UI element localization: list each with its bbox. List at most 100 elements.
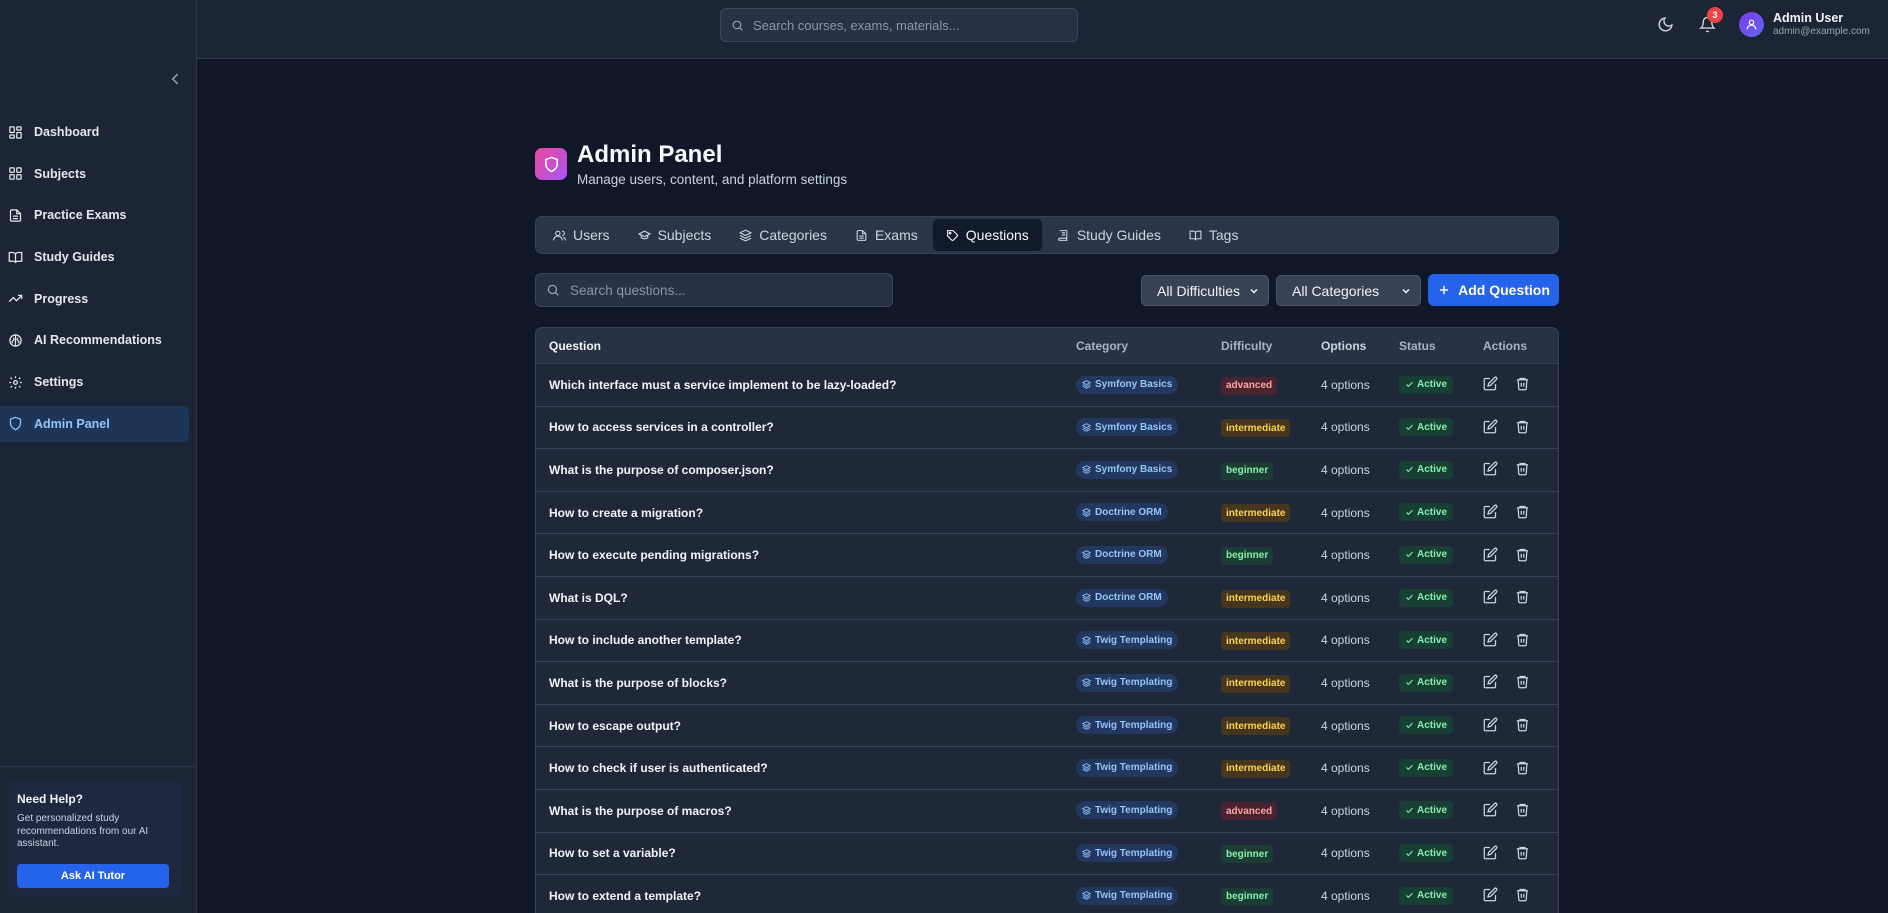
trash-icon[interactable]	[1515, 802, 1532, 819]
difficulty-cell: intermediate	[1221, 418, 1321, 438]
status-label: Active	[1417, 549, 1448, 561]
edit-icon[interactable]	[1483, 461, 1500, 478]
trash-icon[interactable]	[1515, 887, 1532, 904]
edit-icon[interactable]	[1483, 845, 1500, 862]
tab-exams[interactable]: Exams	[842, 219, 931, 251]
actions-cell	[1483, 802, 1553, 819]
edit-icon[interactable]	[1483, 589, 1500, 606]
difficulty-badge: intermediate	[1221, 419, 1291, 438]
tab-tags[interactable]: Tags	[1176, 219, 1252, 251]
sidebar-item-practice-exams[interactable]: Practice Exams	[0, 197, 189, 233]
trash-icon[interactable]	[1515, 760, 1532, 777]
sidebar-item-progress[interactable]: Progress	[0, 281, 189, 317]
shield-icon	[9, 416, 22, 431]
trash-icon[interactable]	[1515, 674, 1532, 691]
difficulty-filter[interactable]: All Difficulties	[1141, 275, 1269, 306]
edit-icon[interactable]	[1483, 760, 1500, 777]
status-badge: Active	[1399, 503, 1454, 522]
edit-icon[interactable]	[1483, 632, 1500, 649]
trash-icon[interactable]	[1515, 547, 1532, 564]
edit-icon[interactable]	[1483, 547, 1500, 564]
difficulty-badge: beginner	[1221, 845, 1274, 864]
difficulty-cell: beginner	[1221, 460, 1321, 480]
ask-ai-tutor-button[interactable]: Ask AI Tutor	[17, 864, 169, 888]
edit-icon[interactable]	[1483, 376, 1500, 393]
avatar[interactable]	[1739, 12, 1764, 37]
category-label: Doctrine ORM	[1095, 549, 1162, 561]
status-cell: Active	[1399, 758, 1483, 778]
tab-categories[interactable]: Categories	[726, 219, 840, 251]
sidebar-item-settings[interactable]: Settings	[0, 364, 189, 400]
edit-icon[interactable]	[1483, 717, 1500, 734]
tab-study-guides[interactable]: Study Guides	[1044, 219, 1174, 251]
book-icon	[1057, 229, 1068, 241]
column-header[interactable]: Status	[1399, 339, 1483, 353]
moon-icon[interactable]	[1657, 16, 1674, 33]
question-text: How to set a variable?	[549, 846, 676, 861]
actions-cell	[1483, 461, 1553, 478]
table-row: How to escape output? Twig Templating inte…	[536, 705, 1558, 748]
category-badge: Doctrine ORM	[1076, 545, 1168, 564]
question-search[interactable]	[535, 273, 893, 307]
trash-icon[interactable]	[1515, 419, 1532, 436]
difficulty-cell: intermediate	[1221, 631, 1321, 651]
status-label: Active	[1417, 804, 1448, 816]
sidebar-item-label: Admin Panel	[34, 416, 110, 431]
sidebar-item-dashboard[interactable]: Dashboard	[0, 114, 189, 150]
trash-icon[interactable]	[1515, 461, 1532, 478]
global-search[interactable]	[720, 8, 1078, 42]
table-row: How to extend a template? Twig Templating…	[536, 875, 1558, 913]
sidebar-item-study-guides[interactable]: Study Guides	[0, 239, 189, 275]
trash-icon[interactable]	[1515, 632, 1532, 649]
options-count: 4 options	[1321, 718, 1370, 733]
options-count: 4 options	[1321, 803, 1370, 818]
category-filter[interactable]: All Categories	[1276, 275, 1421, 306]
trash-icon[interactable]	[1515, 845, 1532, 862]
status-cell: Active	[1399, 375, 1483, 395]
global-search-input[interactable]	[753, 17, 1073, 33]
trash-icon[interactable]	[1515, 717, 1532, 734]
gear-icon	[9, 375, 22, 389]
chevron-left-icon[interactable]	[166, 70, 184, 88]
column-header[interactable]: Category	[1076, 339, 1221, 353]
category-filter-value: All Categories	[1292, 282, 1380, 299]
edit-icon[interactable]	[1483, 504, 1500, 521]
trash-icon[interactable]	[1515, 504, 1532, 521]
column-header[interactable]: Question	[536, 339, 1076, 353]
sidebar-item-ai-recommendations[interactable]: AI Recommendations	[0, 322, 189, 358]
trash-icon[interactable]	[1515, 376, 1532, 393]
options-count: 4 options	[1321, 420, 1370, 435]
tab-questions[interactable]: Questions	[932, 219, 1042, 251]
edit-icon[interactable]	[1483, 887, 1500, 904]
status-label: Active	[1417, 890, 1448, 902]
difficulty-filter-value: All Difficulties	[1157, 282, 1240, 299]
sidebar-item-label: Study Guides	[34, 250, 115, 265]
difficulty-badge: intermediate	[1221, 589, 1291, 608]
shield-icon	[544, 156, 558, 172]
question-search-input[interactable]	[570, 282, 890, 298]
column-header[interactable]: Options	[1321, 339, 1399, 353]
status-label: Active	[1417, 634, 1448, 646]
sidebar-item-subjects[interactable]: Subjects	[0, 156, 189, 192]
difficulty-badge: beginner	[1221, 887, 1274, 906]
layers-icon	[1082, 380, 1091, 389]
check-icon	[1406, 509, 1413, 515]
column-header[interactable]: Difficulty	[1221, 339, 1321, 353]
category-label: Symfony Basics	[1095, 379, 1173, 391]
add-question-button[interactable]: Add Question	[1428, 274, 1559, 306]
help-title: Need Help?	[17, 792, 84, 806]
tab-users[interactable]: Users	[540, 219, 623, 251]
status-label: Active	[1417, 677, 1448, 689]
trash-icon[interactable]	[1515, 589, 1532, 606]
category-badge: Symfony Basics	[1076, 418, 1179, 437]
question-text: What is DQL?	[549, 590, 628, 605]
edit-icon[interactable]	[1483, 674, 1500, 691]
difficulty-cell: intermediate	[1221, 716, 1321, 736]
difficulty-cell: intermediate	[1221, 503, 1321, 523]
sidebar-item-admin-panel[interactable]: Admin Panel	[0, 405, 189, 442]
tab-subjects[interactable]: Subjects	[625, 219, 725, 251]
status-badge: Active	[1399, 418, 1454, 437]
edit-icon[interactable]	[1483, 419, 1500, 436]
category-cell: Twig Templating	[1076, 631, 1221, 650]
edit-icon[interactable]	[1483, 802, 1500, 819]
